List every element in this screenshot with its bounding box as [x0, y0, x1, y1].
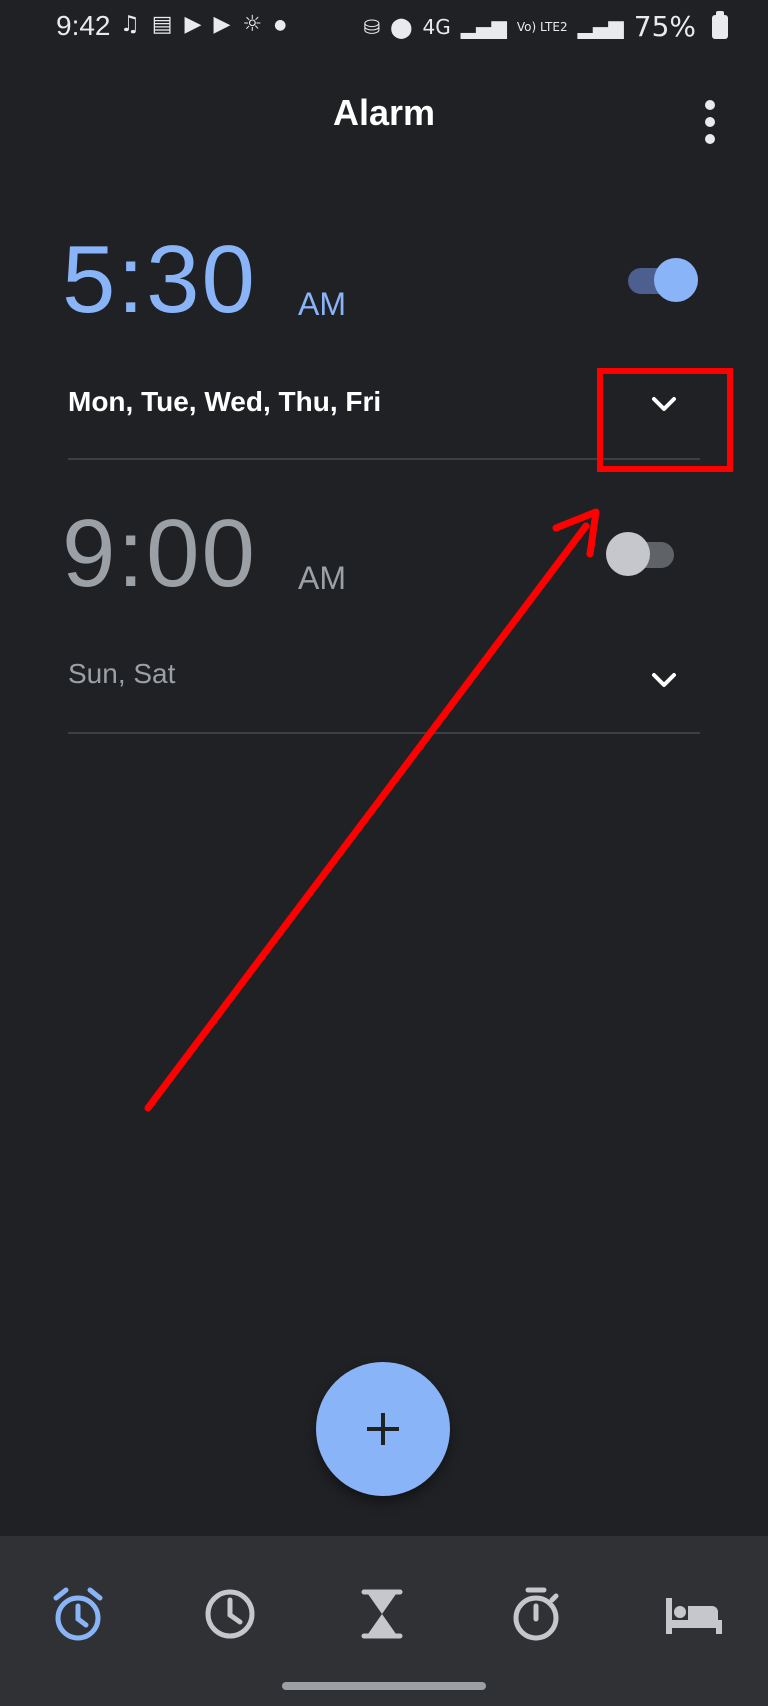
- battery-percent: 75%: [633, 10, 696, 43]
- alarm-ampm: AM: [298, 286, 346, 322]
- signal-icon: ▂▄▆: [460, 14, 507, 39]
- timer-icon[interactable]: [350, 1582, 414, 1646]
- home-indicator[interactable]: [282, 1682, 486, 1690]
- status-time: 9:42: [56, 10, 111, 41]
- bottom-navigation: [0, 1536, 768, 1706]
- volte-label: Vo) LTE2: [516, 19, 568, 34]
- alarm-icon[interactable]: [46, 1582, 110, 1646]
- system-icons: ⛁ ⬤ 4G ▂▄▆ Vo) LTE2 ▂▄▆ 75%: [363, 10, 728, 43]
- dot-icon: ●: [274, 17, 287, 33]
- battery-saver-icon: ⛁: [363, 14, 381, 39]
- clock-icon[interactable]: [198, 1582, 262, 1646]
- message-icon: ▤: [151, 12, 173, 37]
- youtube-icon: ▶: [184, 12, 202, 37]
- alarm-time[interactable]: 5:30: [62, 230, 257, 330]
- alarm-toggle[interactable]: [606, 532, 682, 576]
- divider: [68, 732, 700, 734]
- alarm-days: Mon, Tue, Wed, Thu, Fri: [68, 386, 382, 417]
- plus-icon: [367, 1413, 399, 1445]
- chevron-down-icon[interactable]: [650, 666, 678, 694]
- alarm-ampm: AM: [298, 560, 346, 596]
- alarm-days: Sun, Sat: [68, 658, 176, 689]
- network-4g: 4G: [422, 14, 451, 39]
- alarm-toggle[interactable]: [620, 258, 698, 302]
- signal-icon: ▂▄▆: [577, 14, 624, 39]
- alarm-item[interactable]: 9:00 AM Sun, Sat: [0, 494, 768, 734]
- add-alarm-button[interactable]: [316, 1362, 450, 1496]
- location-icon: ⬤: [390, 14, 413, 39]
- bedtime-icon[interactable]: [660, 1582, 724, 1646]
- weather-icon: ☼: [242, 12, 263, 37]
- alarm-screen: 9:42 ♫ ▤ ▶ ▶ ☼ ● ⛁ ⬤ 4G ▂▄▆ Vo) LTE2 ▂▄▆…: [0, 0, 768, 1706]
- more-options-icon[interactable]: [698, 100, 722, 144]
- music-icon: ♫: [120, 12, 140, 37]
- youtube-icon: ▶: [213, 12, 231, 37]
- page-title: Alarm: [332, 92, 436, 133]
- alarm-time[interactable]: 9:00: [62, 504, 257, 604]
- status-bar: 9:42 ♫ ▤ ▶ ▶ ☼ ● ⛁ ⬤ 4G ▂▄▆ Vo) LTE2 ▂▄▆…: [0, 0, 768, 56]
- notification-icons: ♫ ▤ ▶ ▶ ☼ ●: [120, 12, 286, 38]
- battery-icon: [712, 10, 728, 39]
- annotation-highlight-box: [597, 368, 733, 472]
- stopwatch-icon[interactable]: [504, 1582, 568, 1646]
